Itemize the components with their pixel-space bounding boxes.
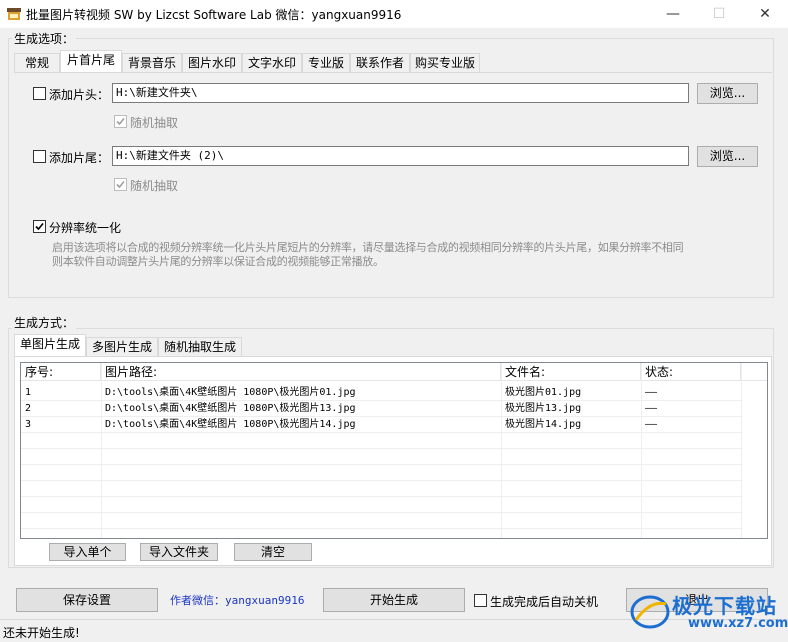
row-path: D:\tools\桌面\4K壁纸图片 1080P\极光图片13.jpg <box>105 403 356 414</box>
row-filename: 极光图片13.jpg <box>505 403 582 414</box>
tab-bg-music[interactable]: 背景音乐 <box>122 53 182 72</box>
author-wechat-link[interactable]: 作者微信：yangxuan9916 <box>170 592 304 608</box>
row-path: D:\tools\桌面\4K壁纸图片 1080P\极光图片14.jpg <box>105 419 356 430</box>
close-button[interactable]: ✕ <box>742 0 788 28</box>
tab-head-tail[interactable]: 片首片尾 <box>60 50 122 72</box>
tail-random-checkbox[interactable] <box>114 178 127 191</box>
row-index: 1 <box>25 387 32 398</box>
tab-image-watermark[interactable]: 图片水印 <box>182 53 242 72</box>
row-status: —— <box>645 419 658 430</box>
status-text: 还未开始生成! <box>3 626 80 640</box>
unify-resolution-label: 分辨率统一化 <box>49 221 122 235</box>
exit-button[interactable]: 退出 <box>626 588 768 612</box>
check-icon <box>116 180 125 189</box>
empty-row <box>21 433 741 449</box>
tab-single-image[interactable]: 单图片生成 <box>14 334 86 356</box>
status-bar-divider <box>0 619 788 620</box>
column-index[interactable]: 序号: <box>21 363 101 381</box>
row-filename: 极光图片14.jpg <box>505 419 582 430</box>
table-row[interactable]: 2 D:\tools\桌面\4K壁纸图片 1080P\极光图片13.jpg 极光… <box>21 401 741 417</box>
tail-browse-button[interactable]: 浏览... <box>697 146 758 167</box>
add-head-checkbox[interactable] <box>33 87 46 100</box>
import-single-button[interactable]: 导入单个 <box>49 543 126 561</box>
save-settings-button[interactable]: 保存设置 <box>16 588 158 612</box>
row-filename: 极光图片01.jpg <box>505 387 582 398</box>
options-group-legend: 生成选项： <box>12 30 77 47</box>
empty-row <box>21 513 741 529</box>
empty-row <box>21 481 741 497</box>
table-row[interactable]: 1 D:\tools\桌面\4K壁纸图片 1080P\极光图片01.jpg 极光… <box>21 385 741 401</box>
row-index: 2 <box>25 403 32 414</box>
row-status: —— <box>645 403 658 414</box>
check-icon <box>116 117 125 126</box>
tab-random-pick[interactable]: 随机抽取生成 <box>158 337 242 356</box>
column-status[interactable]: 状态: <box>641 363 741 381</box>
grid-line <box>101 363 102 538</box>
window-title: 批量图片转视频 SW by Lizcst Software Lab 微信：yan… <box>26 8 402 22</box>
head-path-field[interactable]: H:\新建文件夹\ <box>112 83 689 103</box>
tail-path-field[interactable]: H:\新建文件夹 (2)\ <box>112 146 689 166</box>
column-filename[interactable]: 文件名: <box>501 363 641 381</box>
table-row[interactable]: 3 D:\tools\桌面\4K壁纸图片 1080P\极光图片14.jpg 极光… <box>21 417 741 433</box>
app-icon <box>6 6 22 22</box>
grid-line <box>741 363 742 538</box>
tab-buy-pro[interactable]: 购买专业版 <box>410 53 480 72</box>
auto-shutdown-label: 生成完成后自动关机 <box>490 595 599 609</box>
mode-group-legend: 生成方式： <box>12 314 77 331</box>
mode-tab-strip: 单图片生成 多图片生成 随机抽取生成 <box>14 334 774 357</box>
unify-resolution-checkbox[interactable] <box>33 220 46 233</box>
unify-description-line2: 则本软件自动调整片头片尾的分辨率以保证合成的视频能够正常播放。 <box>52 255 384 268</box>
title-bar: 批量图片转视频 SW by Lizcst Software Lab 微信：yan… <box>0 0 788 28</box>
head-random-label: 随机抽取 <box>130 116 179 130</box>
column-path[interactable]: 图片路径: <box>101 363 501 381</box>
grid-line <box>641 363 642 538</box>
tab-pro[interactable]: 专业版 <box>302 53 350 72</box>
tab-general[interactable]: 常规 <box>14 53 60 72</box>
clear-button[interactable]: 清空 <box>234 543 312 561</box>
empty-row <box>21 465 741 481</box>
check-icon <box>35 222 44 231</box>
head-random-checkbox[interactable] <box>114 115 127 128</box>
options-tab-strip: 常规 片首片尾 背景音乐 图片水印 文字水印 专业版 联系作者 购买专业版 <box>14 50 774 73</box>
tab-multi-image[interactable]: 多图片生成 <box>86 337 158 356</box>
add-head-label: 添加片头： <box>49 88 110 102</box>
head-browse-button[interactable]: 浏览... <box>697 83 758 104</box>
row-index: 3 <box>25 419 32 430</box>
row-path: D:\tools\桌面\4K壁纸图片 1080P\极光图片01.jpg <box>105 387 356 398</box>
start-generate-button[interactable]: 开始生成 <box>323 588 465 612</box>
empty-row <box>21 449 741 465</box>
add-tail-label: 添加片尾： <box>49 151 110 165</box>
image-list[interactable]: 序号: 图片路径: 文件名: 状态: 1 D:\tools\桌面\4K壁纸图片 … <box>20 362 768 539</box>
grid-line <box>501 363 502 538</box>
minimize-button[interactable]: — <box>650 0 696 28</box>
row-status: —— <box>645 387 658 398</box>
tab-contact[interactable]: 联系作者 <box>350 53 410 72</box>
empty-row <box>21 497 741 513</box>
tail-random-label: 随机抽取 <box>130 179 179 193</box>
auto-shutdown-checkbox[interactable] <box>474 594 487 607</box>
add-tail-checkbox[interactable] <box>33 150 46 163</box>
tab-text-watermark[interactable]: 文字水印 <box>242 53 302 72</box>
list-header: 序号: 图片路径: 文件名: 状态: <box>21 363 767 381</box>
maximize-button[interactable]: ☐ <box>696 0 742 28</box>
options-tab-divider <box>14 72 772 73</box>
import-folder-button[interactable]: 导入文件夹 <box>140 543 218 561</box>
